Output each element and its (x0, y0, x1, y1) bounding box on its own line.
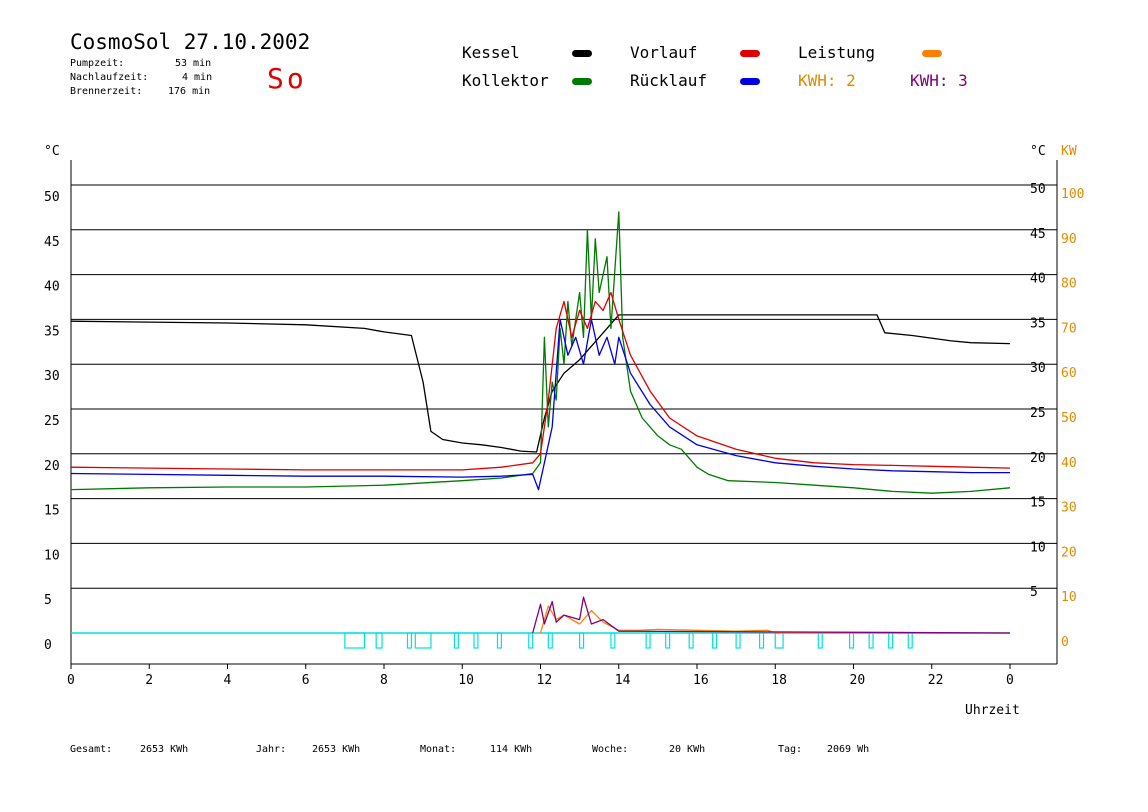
y-right-kw-tick: 0 (1061, 635, 1069, 650)
x-tick-label: 0 (1006, 673, 1014, 688)
pump-pulse (817, 632, 823, 649)
jahr-label: Jahr: (256, 744, 287, 755)
y-left-tick: 45 (44, 235, 60, 250)
x-tick-label: 20 (850, 673, 866, 688)
y-right-kw-tick: 100 (1061, 187, 1084, 202)
y-left-tick: 35 (44, 324, 60, 339)
y-right-kw-tick: 60 (1061, 366, 1077, 381)
series-line-kessel (70, 314, 1011, 453)
pump-pulse (774, 632, 784, 649)
pump-pulse (888, 632, 894, 649)
y-right-kw-tick: 30 (1061, 501, 1077, 516)
pump-pulse (907, 632, 913, 649)
pump-pulse (406, 632, 412, 649)
tag-label: Tag: (778, 744, 803, 755)
x-tick-label: 0 (67, 673, 75, 688)
x-tick-label: 18 (771, 673, 787, 688)
y-right-c-tick: 50 (1030, 182, 1046, 197)
y-left-tick: 30 (44, 369, 60, 384)
y-right-kw-tick: 20 (1061, 545, 1077, 560)
gesamt-label: Gesamt: (70, 744, 113, 755)
y-left-tick: 40 (44, 280, 60, 295)
y-right-kw-tick: 10 (1061, 590, 1077, 605)
woche-label: Woche: (592, 744, 629, 755)
pump-pulse (344, 632, 366, 649)
woche-value: 20 KWh (669, 744, 706, 755)
pump-pulse (414, 632, 432, 649)
pump-pulse (848, 632, 855, 649)
y-left-tick: 5 (44, 593, 52, 608)
y-right-kw-tick: 80 (1061, 277, 1077, 292)
y-right-c-tick: 15 (1030, 496, 1046, 511)
y-right-kw-tick: 40 (1061, 456, 1077, 471)
x-tick-label: 4 (224, 673, 232, 688)
monat-value: 114 KWh (490, 744, 533, 755)
pump-pulse (375, 632, 383, 649)
tag-value: 2069 Wh (827, 744, 870, 755)
temperature-chart: °C °C KW Uhrzeit 05101520253035404550510… (44, 144, 1084, 718)
pump-pulse (712, 632, 718, 649)
monat-label: Monat: (420, 744, 457, 755)
y-right-c-tick: 5 (1030, 585, 1038, 600)
x-tick-label: 2 (145, 673, 153, 688)
y-right-c-tick: 10 (1030, 540, 1046, 555)
y-right-c-tick: 45 (1030, 227, 1046, 242)
pump-pulse (547, 632, 553, 649)
y-right-c-unit: °C (1030, 144, 1046, 159)
pump-pulse (610, 632, 616, 649)
pump-pulse (473, 632, 479, 649)
series-line-leistung (539, 605, 1010, 634)
pump-pulse (758, 632, 765, 649)
x-tick-label: 16 (693, 673, 709, 688)
y-right-kw-tick: 90 (1061, 232, 1077, 247)
y-right-c-tick: 25 (1030, 406, 1046, 421)
x-tick-label: 6 (302, 673, 310, 688)
y-right-kw-tick: 70 (1061, 321, 1077, 336)
y-right-kw-tick: 50 (1061, 411, 1077, 426)
pump-pulse (496, 632, 502, 649)
y-left-tick: 10 (44, 548, 60, 563)
jahr-value: 2653 KWh (312, 744, 361, 755)
y-right-c-tick: 35 (1030, 316, 1046, 331)
pump-pulse (688, 632, 694, 649)
x-tick-label: 14 (615, 673, 631, 688)
y-left-tick: 50 (44, 190, 60, 205)
y-right-c-tick: 20 (1030, 451, 1046, 466)
series-line-kwh3 (532, 596, 1011, 634)
pump-pulse (868, 632, 874, 649)
pump-pulse (645, 632, 651, 649)
series-line-ruecklauf (70, 318, 1010, 491)
pump-pulse (735, 632, 741, 649)
y-left-tick: 0 (44, 638, 52, 653)
x-tick-label: 22 (928, 673, 944, 688)
y-right-c-tick: 40 (1030, 272, 1046, 287)
y-left-tick: 25 (44, 414, 60, 429)
x-tick-label: 10 (458, 673, 474, 688)
y-left-tick: 20 (44, 459, 60, 474)
x-tick-label: 8 (380, 673, 388, 688)
y-left-tick: 15 (44, 504, 60, 519)
y-right-c-tick: 30 (1030, 361, 1046, 376)
gesamt-value: 2653 KWh (140, 744, 189, 755)
pump-pulse (453, 632, 459, 649)
pump-pulse (528, 632, 534, 649)
x-axis-label: Uhrzeit (965, 703, 1020, 718)
x-tick-label: 12 (537, 673, 553, 688)
pump-pulse (579, 632, 585, 649)
y-right-kw-unit: KW (1061, 144, 1077, 159)
pump-pulse (665, 632, 671, 649)
y-left-unit: °C (44, 144, 60, 159)
